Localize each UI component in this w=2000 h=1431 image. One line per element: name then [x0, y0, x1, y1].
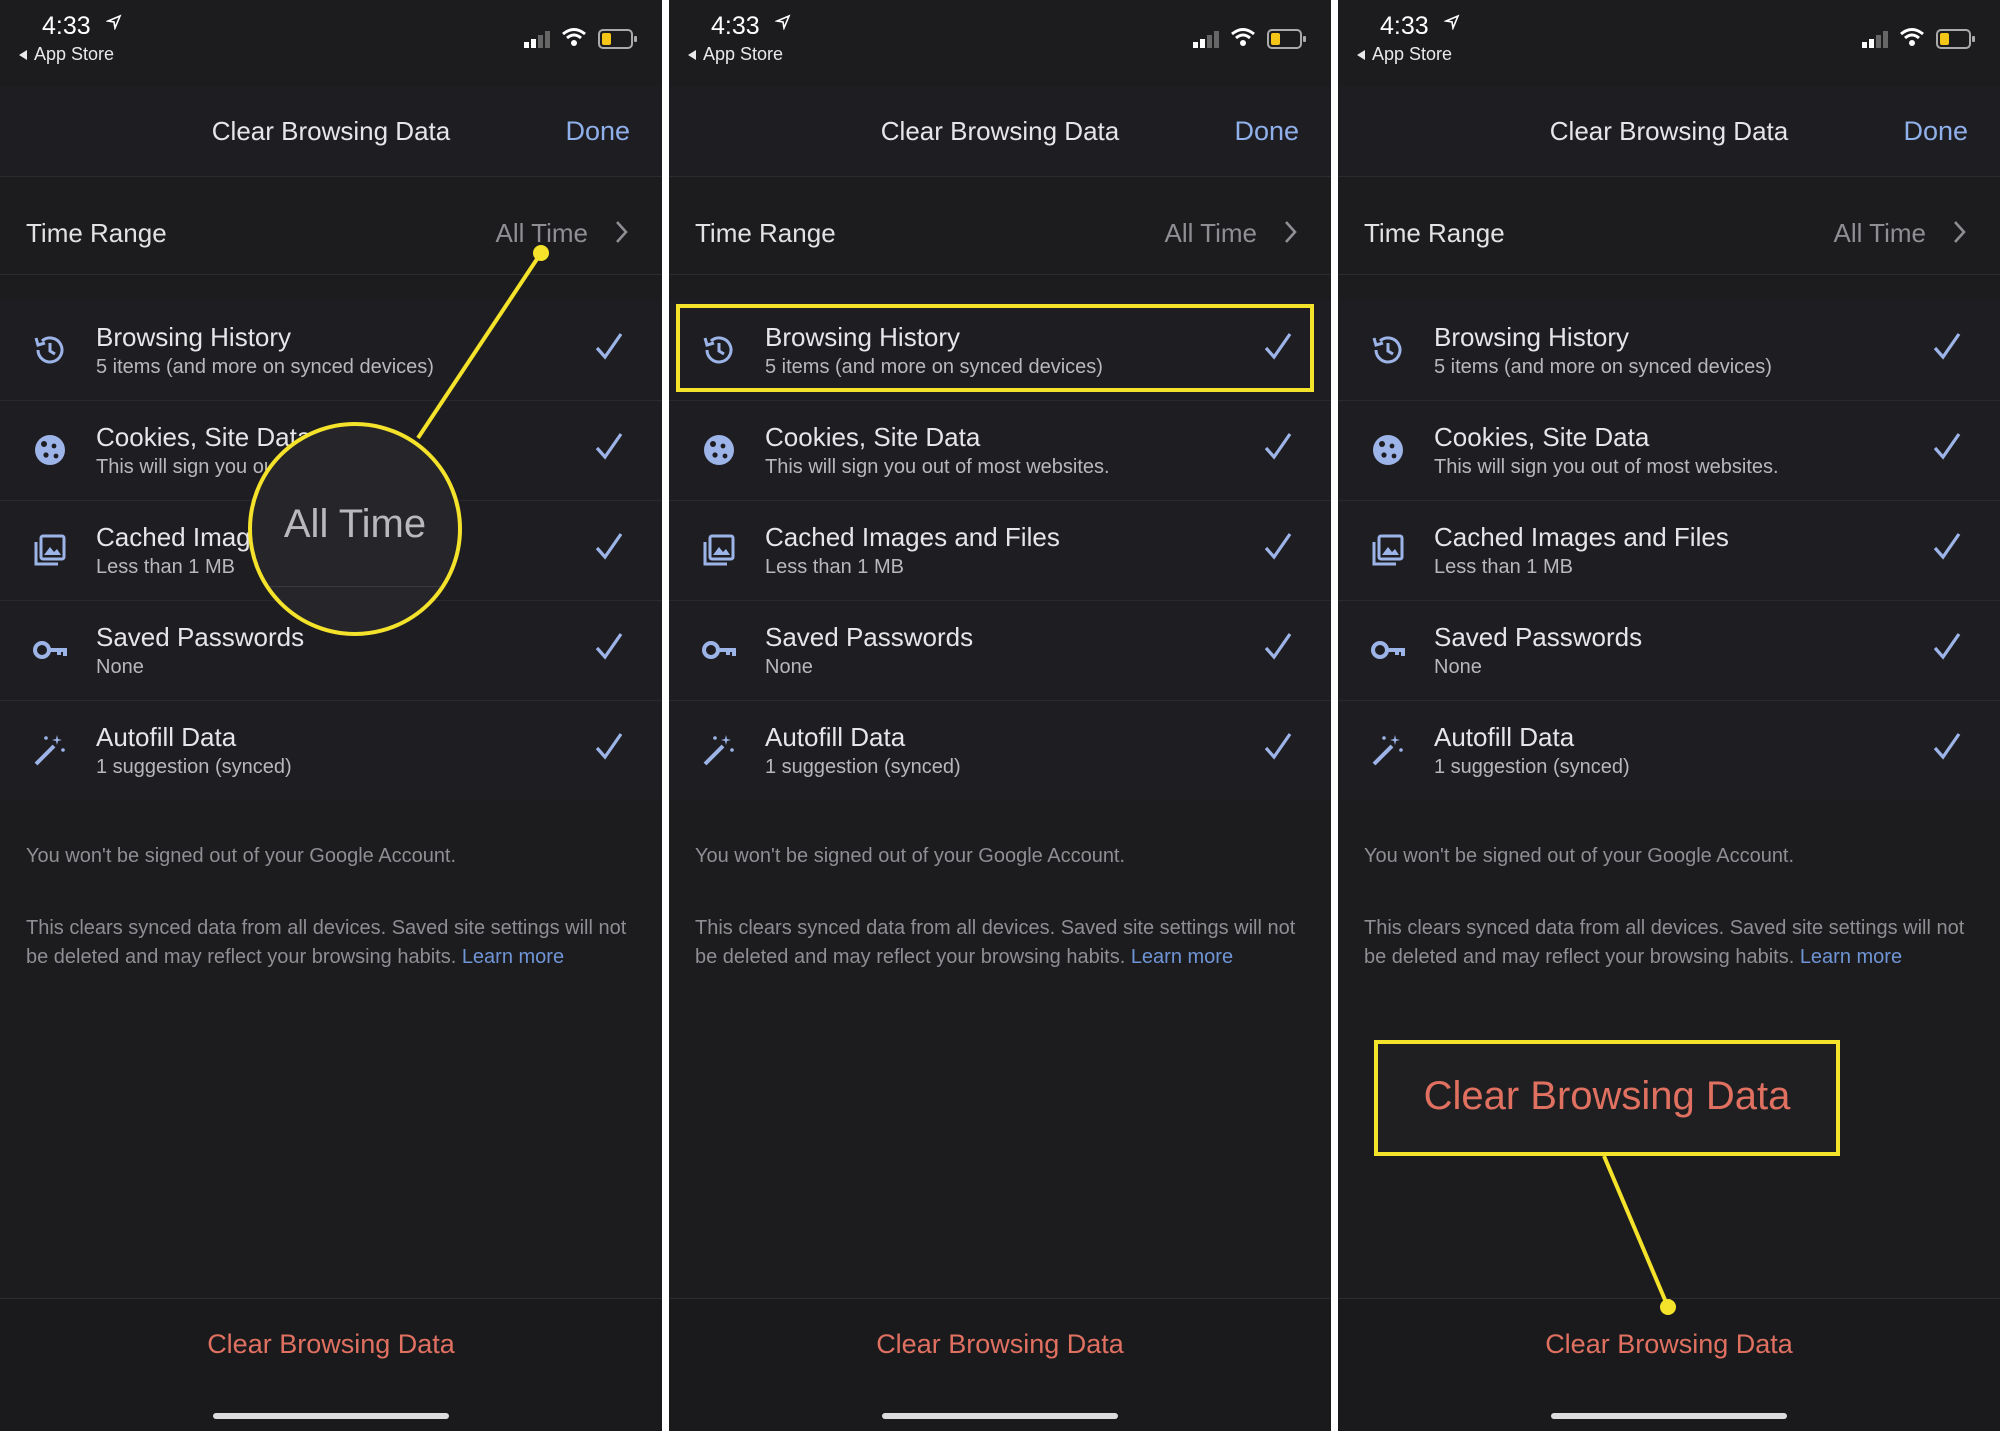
clear-callout-text: Clear Browsing Data — [1423, 1074, 1791, 1118]
zoom-callout-text: All Time — [283, 502, 427, 546]
time-range-zoom-callout: All Time — [248, 422, 462, 636]
callout-lines — [416, 245, 1676, 1315]
zoom-divider — [252, 586, 458, 587]
clear-button-callout: Clear Browsing Data — [1374, 1040, 1840, 1156]
